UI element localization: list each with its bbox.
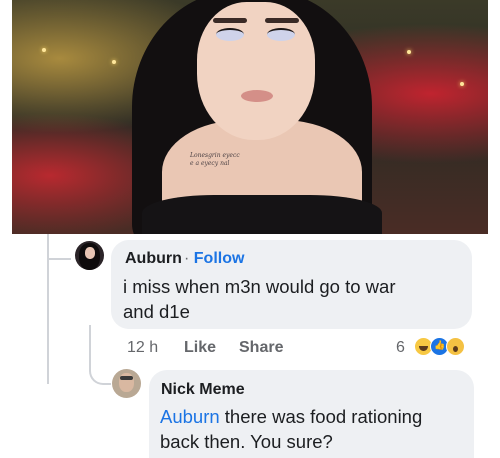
light-sparkle — [460, 82, 464, 86]
light-sparkle — [42, 48, 46, 52]
left-eye — [216, 28, 244, 41]
avatar[interactable] — [112, 369, 141, 398]
post-photo[interactable]: Lonesgrin eyecc e a eyecy nal — [12, 0, 488, 234]
light-sparkle — [407, 50, 411, 54]
comment-timestamp[interactable]: 12 h — [127, 339, 158, 357]
reply-text-rest: there was food rationing — [219, 406, 423, 427]
right-eye — [267, 28, 295, 41]
reaction-count[interactable]: 6 — [396, 339, 405, 357]
separator-dot: · — [184, 250, 190, 267]
tattoo-line-2: e a eyecy nal — [190, 160, 230, 167]
reply-text-line-1: Auburn there was food rationing — [160, 404, 422, 429]
wow-icon — [446, 337, 465, 356]
share-button[interactable]: Share — [239, 339, 283, 357]
avatar[interactable] — [75, 241, 104, 270]
lips — [241, 90, 273, 102]
comment-text-line-2: and d1e — [123, 301, 190, 322]
reply-text-line-2: back then. You sure? — [160, 431, 333, 452]
thread-line — [47, 234, 49, 384]
follow-button[interactable]: Follow — [194, 250, 245, 267]
reply-connector — [89, 325, 111, 385]
thread-branch — [47, 258, 71, 260]
follow-group: · Follow — [184, 250, 244, 268]
chest-tattoo: Lonesgrin eyecc e a eyecy nal — [190, 152, 260, 168]
avatar-face — [85, 247, 95, 259]
left-brow — [213, 18, 247, 23]
like-button[interactable]: Like — [184, 339, 216, 357]
comment-author[interactable]: Auburn — [125, 250, 182, 268]
face-shape — [197, 2, 315, 140]
right-brow — [265, 18, 299, 23]
tattoo-line-1: Lonesgrin eyecc — [190, 152, 240, 159]
avatar-sunglasses — [120, 376, 133, 380]
reply-author[interactable]: Nick Meme — [161, 381, 245, 399]
clothing-shape — [142, 195, 382, 234]
comment-text-line-1: i miss when m3n would go to war — [123, 276, 396, 297]
mention-link[interactable]: Auburn — [160, 406, 220, 427]
light-sparkle — [112, 60, 116, 64]
